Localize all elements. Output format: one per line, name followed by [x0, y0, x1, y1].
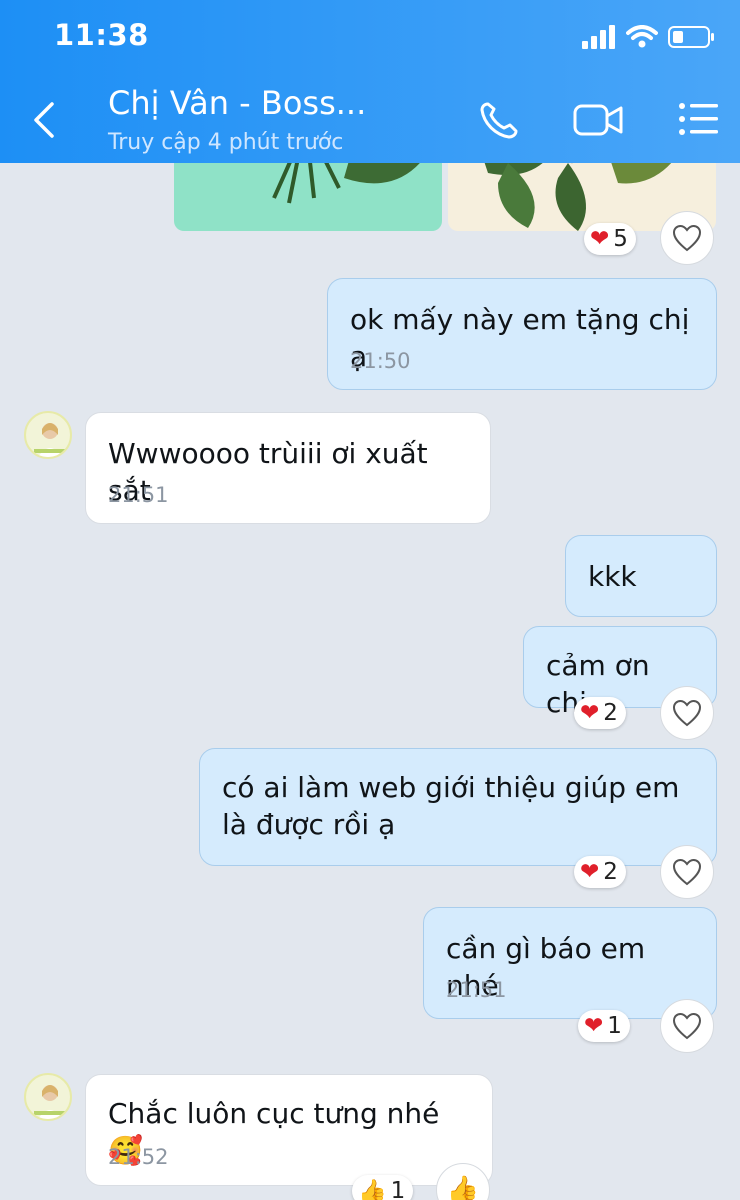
last-seen-status: Truy cập 4 phút trước [108, 130, 344, 155]
reaction-count: 5 [613, 226, 628, 252]
status-icons [582, 22, 716, 52]
react-heart-button[interactable] [660, 845, 714, 899]
leaf-image [272, 163, 420, 204]
reaction-badge[interactable]: ❤ 2 [574, 697, 626, 729]
heart-reaction-icon: ❤ [580, 700, 600, 726]
reaction-count: 2 [603, 700, 618, 726]
reaction-count: 2 [603, 859, 618, 885]
status-time: 11:38 [54, 18, 149, 52]
chat-messages: ❤ 5 ok mấy này em tặng chị ạ 21:50 Wwwoo… [0, 163, 740, 1200]
video-call-icon[interactable] [572, 98, 624, 142]
reaction-count: 1 [607, 1013, 622, 1039]
react-heart-button[interactable] [660, 686, 714, 740]
reaction-badge[interactable]: ❤ 5 [584, 223, 636, 255]
back-arrow-icon[interactable] [30, 100, 56, 140]
wifi-icon [626, 25, 658, 48]
message-time: 21:50 [350, 349, 411, 373]
heart-outline-icon [672, 858, 702, 886]
message-time: 21:51 [446, 978, 507, 1002]
thumbs-up-icon: 👍 [446, 1175, 480, 1200]
avatar[interactable] [24, 1073, 72, 1121]
message-time: 21:51 [108, 483, 169, 507]
signal-icon [582, 25, 615, 49]
chat-header: 11:38 Chị Vân - Boss... Truy cập 4 phút … [0, 0, 740, 163]
menu-list-icon[interactable] [676, 98, 728, 142]
reaction-count: 1 [390, 1178, 406, 1200]
message-bubble-sent[interactable]: kkk [565, 535, 717, 617]
react-heart-button[interactable] [660, 999, 714, 1053]
message-text: có ai làm web giới thiệu giúp em là được… [222, 771, 680, 841]
reaction-badge[interactable]: ❤ 1 [578, 1010, 630, 1042]
heart-reaction-icon: ❤ [580, 859, 600, 885]
message-bubble-sent[interactable]: có ai làm web giới thiệu giúp em là được… [199, 748, 717, 866]
contact-name[interactable]: Chị Vân - Boss... [108, 84, 366, 122]
react-heart-button[interactable] [660, 211, 714, 265]
phone-call-icon[interactable] [476, 98, 528, 142]
reaction-badge[interactable]: ❤ 2 [574, 856, 626, 888]
shared-image[interactable] [174, 163, 442, 231]
message-time: 21:52 [108, 1145, 169, 1169]
message-text: kkk [588, 560, 637, 593]
message-bubble-sent[interactable]: ok mấy này em tặng chị ạ 21:50 [327, 278, 717, 390]
reaction-badge[interactable]: 👍 1 [352, 1175, 414, 1200]
heart-outline-icon [672, 699, 702, 727]
message-bubble-received[interactable]: Chắc luôn cục tưng nhé🥰 21:52 [85, 1074, 493, 1186]
heart-reaction-icon: ❤ [584, 1013, 604, 1039]
heart-reaction-icon: ❤ [590, 226, 610, 252]
heart-outline-icon [672, 1012, 702, 1040]
avatar[interactable] [24, 411, 72, 459]
heart-outline-icon [672, 224, 702, 252]
message-bubble-received[interactable]: Wwwoooo trùiii ơi xuất sắt 21:51 [85, 412, 491, 524]
battery-icon [668, 26, 714, 48]
thumbs-up-reaction-icon: 👍 [358, 1178, 387, 1200]
